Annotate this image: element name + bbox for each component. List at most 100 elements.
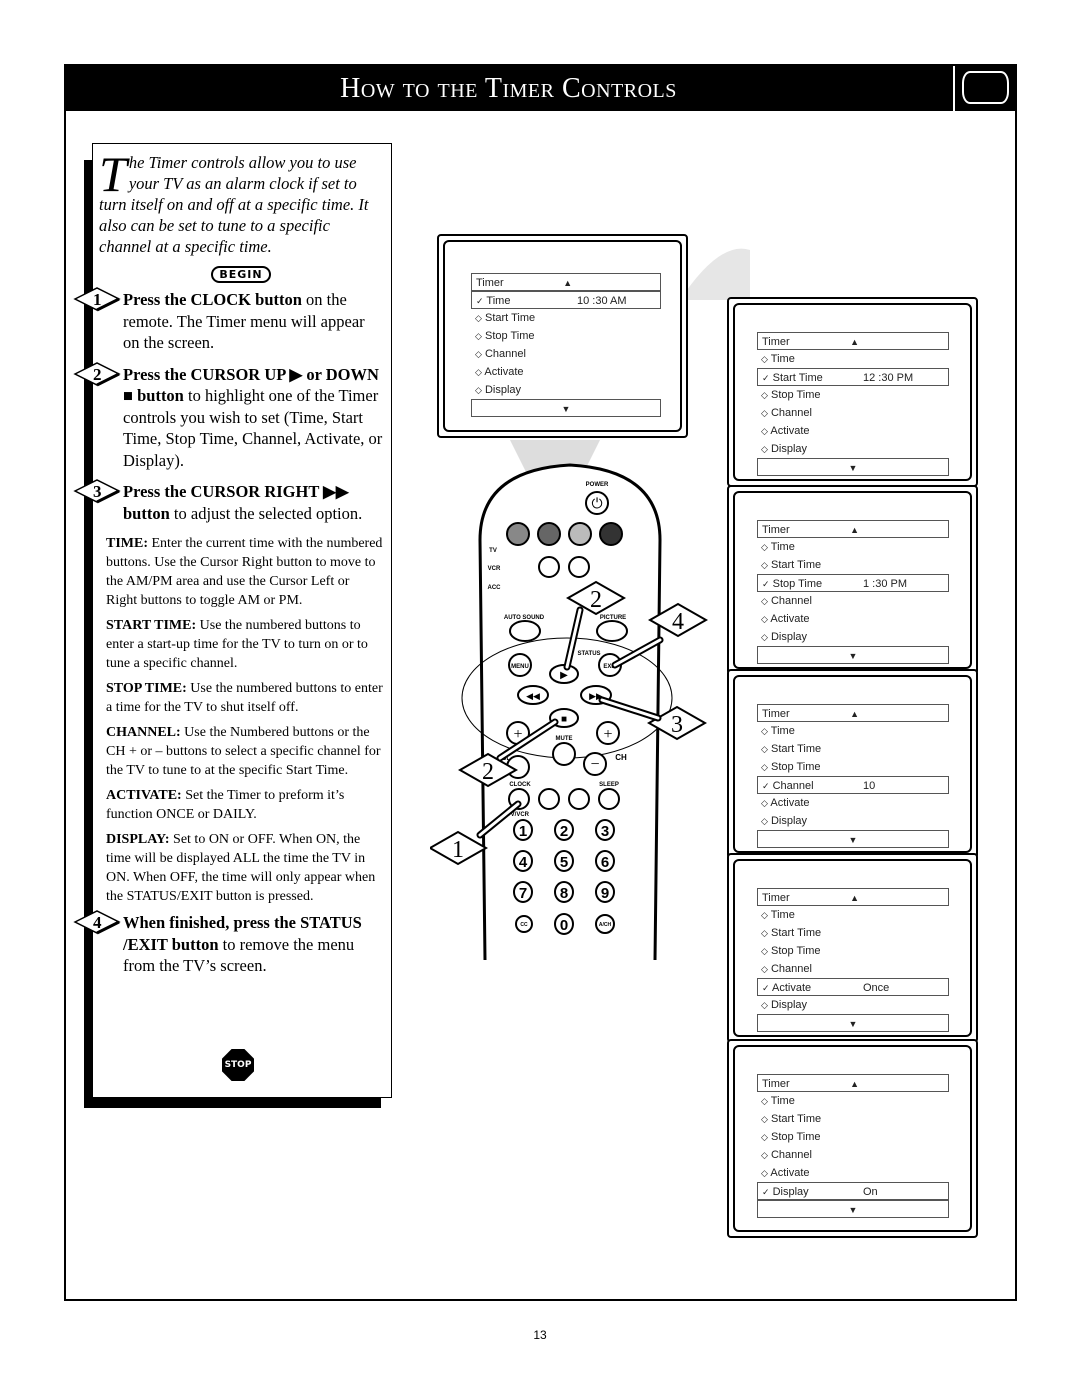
detail-item: DISPLAY: Set to ON or OFF. When ON, the … bbox=[106, 832, 376, 904]
sleep-label: SLEEP bbox=[599, 782, 619, 788]
menu-item[interactable]: ◇ Start Time bbox=[757, 556, 949, 574]
diamond-bullet-icon: ◇ bbox=[761, 1000, 768, 1010]
menu-item[interactable]: ◇ Channel bbox=[757, 592, 949, 610]
detail-item: ACTIVATE: Set the Timer to preform it’s … bbox=[106, 788, 345, 822]
menu-title-row: Timer ▲ bbox=[757, 520, 949, 538]
menu-item[interactable]: ◇ Display bbox=[757, 440, 949, 458]
auto-sound-button[interactable] bbox=[509, 620, 541, 642]
menu-item[interactable]: ✓ Activate Once bbox=[757, 978, 949, 996]
menu-item[interactable]: ◇ Start Time bbox=[471, 309, 661, 327]
menu-scroll-down[interactable]: ▼ bbox=[757, 1200, 949, 1218]
menu-item[interactable]: ◇ Activate bbox=[757, 1164, 949, 1182]
menu-item[interactable]: ✓ Start Time 12 :30 PM bbox=[757, 368, 949, 386]
digit-label: 5 bbox=[560, 854, 568, 871]
menu-item[interactable]: ◇ Activate bbox=[757, 610, 949, 628]
detail-item: TIME: Enter the current time with the nu… bbox=[106, 536, 383, 608]
digit-label: 7 bbox=[519, 885, 527, 902]
diamond-bullet-icon: ◇ bbox=[761, 354, 768, 364]
digit-label: 6 bbox=[601, 854, 609, 871]
menu-item[interactable]: ◇ Activate bbox=[471, 363, 661, 381]
color-button[interactable] bbox=[599, 522, 623, 546]
tv-label: TV bbox=[489, 548, 497, 554]
menu-title-row: Timer ▲ bbox=[757, 1074, 949, 1092]
menu-item[interactable]: ◇ Stop Time bbox=[757, 942, 949, 960]
menu-title-row: Timer ▲ bbox=[757, 332, 949, 350]
smiley-button[interactable] bbox=[538, 556, 560, 578]
menu-item[interactable]: ◇ Channel bbox=[757, 960, 949, 978]
sleep-button[interactable] bbox=[598, 788, 620, 810]
menu-item[interactable]: ✓ Time 10 :30 AM bbox=[471, 291, 661, 309]
acc-label: ACC bbox=[488, 585, 502, 591]
diamond-bullet-icon: ◇ bbox=[761, 928, 768, 938]
menu-item[interactable]: ✓ Channel 10 bbox=[757, 776, 949, 794]
color-button[interactable] bbox=[506, 522, 530, 546]
pause-button[interactable] bbox=[568, 788, 590, 810]
diamond-bullet-icon: ◇ bbox=[761, 1114, 768, 1124]
mute-button[interactable] bbox=[552, 742, 576, 766]
menu-scroll-down[interactable]: ▼ bbox=[757, 646, 949, 664]
frown-button[interactable] bbox=[568, 556, 590, 578]
menu-title-row: Timer ▲ bbox=[471, 273, 661, 291]
menu-item[interactable]: ◇ Time bbox=[757, 1092, 949, 1110]
check-icon: ✓ bbox=[762, 781, 770, 791]
svg-text:1: 1 bbox=[452, 837, 464, 863]
digit-label: 1 bbox=[519, 823, 527, 840]
tv-screen-step: Timer ▲ ◇ Time ◇ Start Time ✓ Stop Time 1 :30… bbox=[727, 485, 978, 675]
menu-item[interactable]: ◇ Display bbox=[757, 996, 949, 1014]
tv-screen-step: Timer ▲ ◇ Time ◇ Start Time ◇ Stop Time ✓ Cha… bbox=[727, 669, 978, 859]
diamond-bullet-icon: ◇ bbox=[761, 444, 768, 454]
menu-item[interactable]: ◇ Start Time bbox=[757, 924, 949, 942]
record-button[interactable] bbox=[538, 788, 560, 810]
menu-item[interactable]: ◇ Time bbox=[757, 350, 949, 368]
color-button[interactable] bbox=[568, 522, 592, 546]
picture-button[interactable] bbox=[596, 620, 628, 642]
step-number-diamond: 1 bbox=[73, 287, 121, 312]
menu-item[interactable]: ◇ Channel bbox=[471, 345, 661, 363]
svg-text:3: 3 bbox=[93, 482, 102, 501]
menu-item[interactable]: ◇ Stop Time bbox=[471, 327, 661, 345]
check-icon: ✓ bbox=[762, 579, 770, 589]
clock-label: CLOCK bbox=[509, 782, 531, 788]
svg-text:+: + bbox=[603, 726, 612, 743]
menu-item[interactable]: ◇ Activate bbox=[757, 794, 949, 812]
menu-scroll-down[interactable]: ▼ bbox=[471, 399, 661, 417]
menu-item[interactable]: ◇ Channel bbox=[757, 404, 949, 422]
menu-item[interactable]: ◇ Display bbox=[757, 628, 949, 646]
menu-scroll-down[interactable]: ▼ bbox=[757, 830, 949, 848]
begin-badge: BEGIN bbox=[99, 265, 383, 283]
menu-scroll-down[interactable]: ▼ bbox=[757, 1014, 949, 1032]
menu-item[interactable]: ◇ Stop Time bbox=[757, 1128, 949, 1146]
menu-item[interactable]: ◇ Start Time bbox=[757, 1110, 949, 1128]
step-1: 1 Press the CLOCK button on the remote. … bbox=[73, 287, 383, 354]
diamond-bullet-icon: ◇ bbox=[475, 385, 482, 395]
menu-item[interactable]: ✓ Display On bbox=[757, 1182, 949, 1200]
diamond-bullet-icon: ◇ bbox=[761, 542, 768, 552]
menu-scroll-down[interactable]: ▼ bbox=[757, 458, 949, 476]
diamond-bullet-icon: ◇ bbox=[475, 349, 482, 359]
menu-item[interactable]: ◇ Time bbox=[757, 722, 949, 740]
menu-item[interactable]: ✓ Stop Time 1 :30 PM bbox=[757, 574, 949, 592]
menu-item[interactable]: ◇ Activate bbox=[757, 422, 949, 440]
page-number: 13 bbox=[533, 1328, 547, 1342]
svg-text:2: 2 bbox=[590, 587, 602, 613]
menu-item[interactable]: ◇ Channel bbox=[757, 1146, 949, 1164]
color-button[interactable] bbox=[537, 522, 561, 546]
menu-item[interactable]: ◇ Time bbox=[757, 906, 949, 924]
svg-text:■: ■ bbox=[561, 714, 567, 725]
step-number-diamond: 2 bbox=[73, 361, 121, 386]
svg-text:4: 4 bbox=[93, 913, 102, 932]
stop-sign-icon: STOP bbox=[222, 1049, 254, 1081]
check-icon: ✓ bbox=[762, 983, 770, 993]
digit-label: 9 bbox=[601, 885, 609, 902]
step-3: 3 Press the CURSOR RIGHT ▶▶ button to ad… bbox=[73, 479, 383, 524]
step-4: 4 When finished, press the STATUS /EXIT … bbox=[73, 910, 383, 977]
svg-text:3: 3 bbox=[671, 712, 683, 738]
menu-item[interactable]: ◇ Time bbox=[757, 538, 949, 556]
menu-item[interactable]: ◇ Start Time bbox=[757, 740, 949, 758]
menu-item[interactable]: ◇ Display bbox=[471, 381, 661, 399]
menu-title-row: Timer ▲ bbox=[757, 704, 949, 722]
menu-item[interactable]: ◇ Stop Time bbox=[757, 758, 949, 776]
menu-item[interactable]: ◇ Display bbox=[757, 812, 949, 830]
menu-item[interactable]: ◇ Stop Time bbox=[757, 386, 949, 404]
diamond-bullet-icon: ◇ bbox=[761, 1096, 768, 1106]
